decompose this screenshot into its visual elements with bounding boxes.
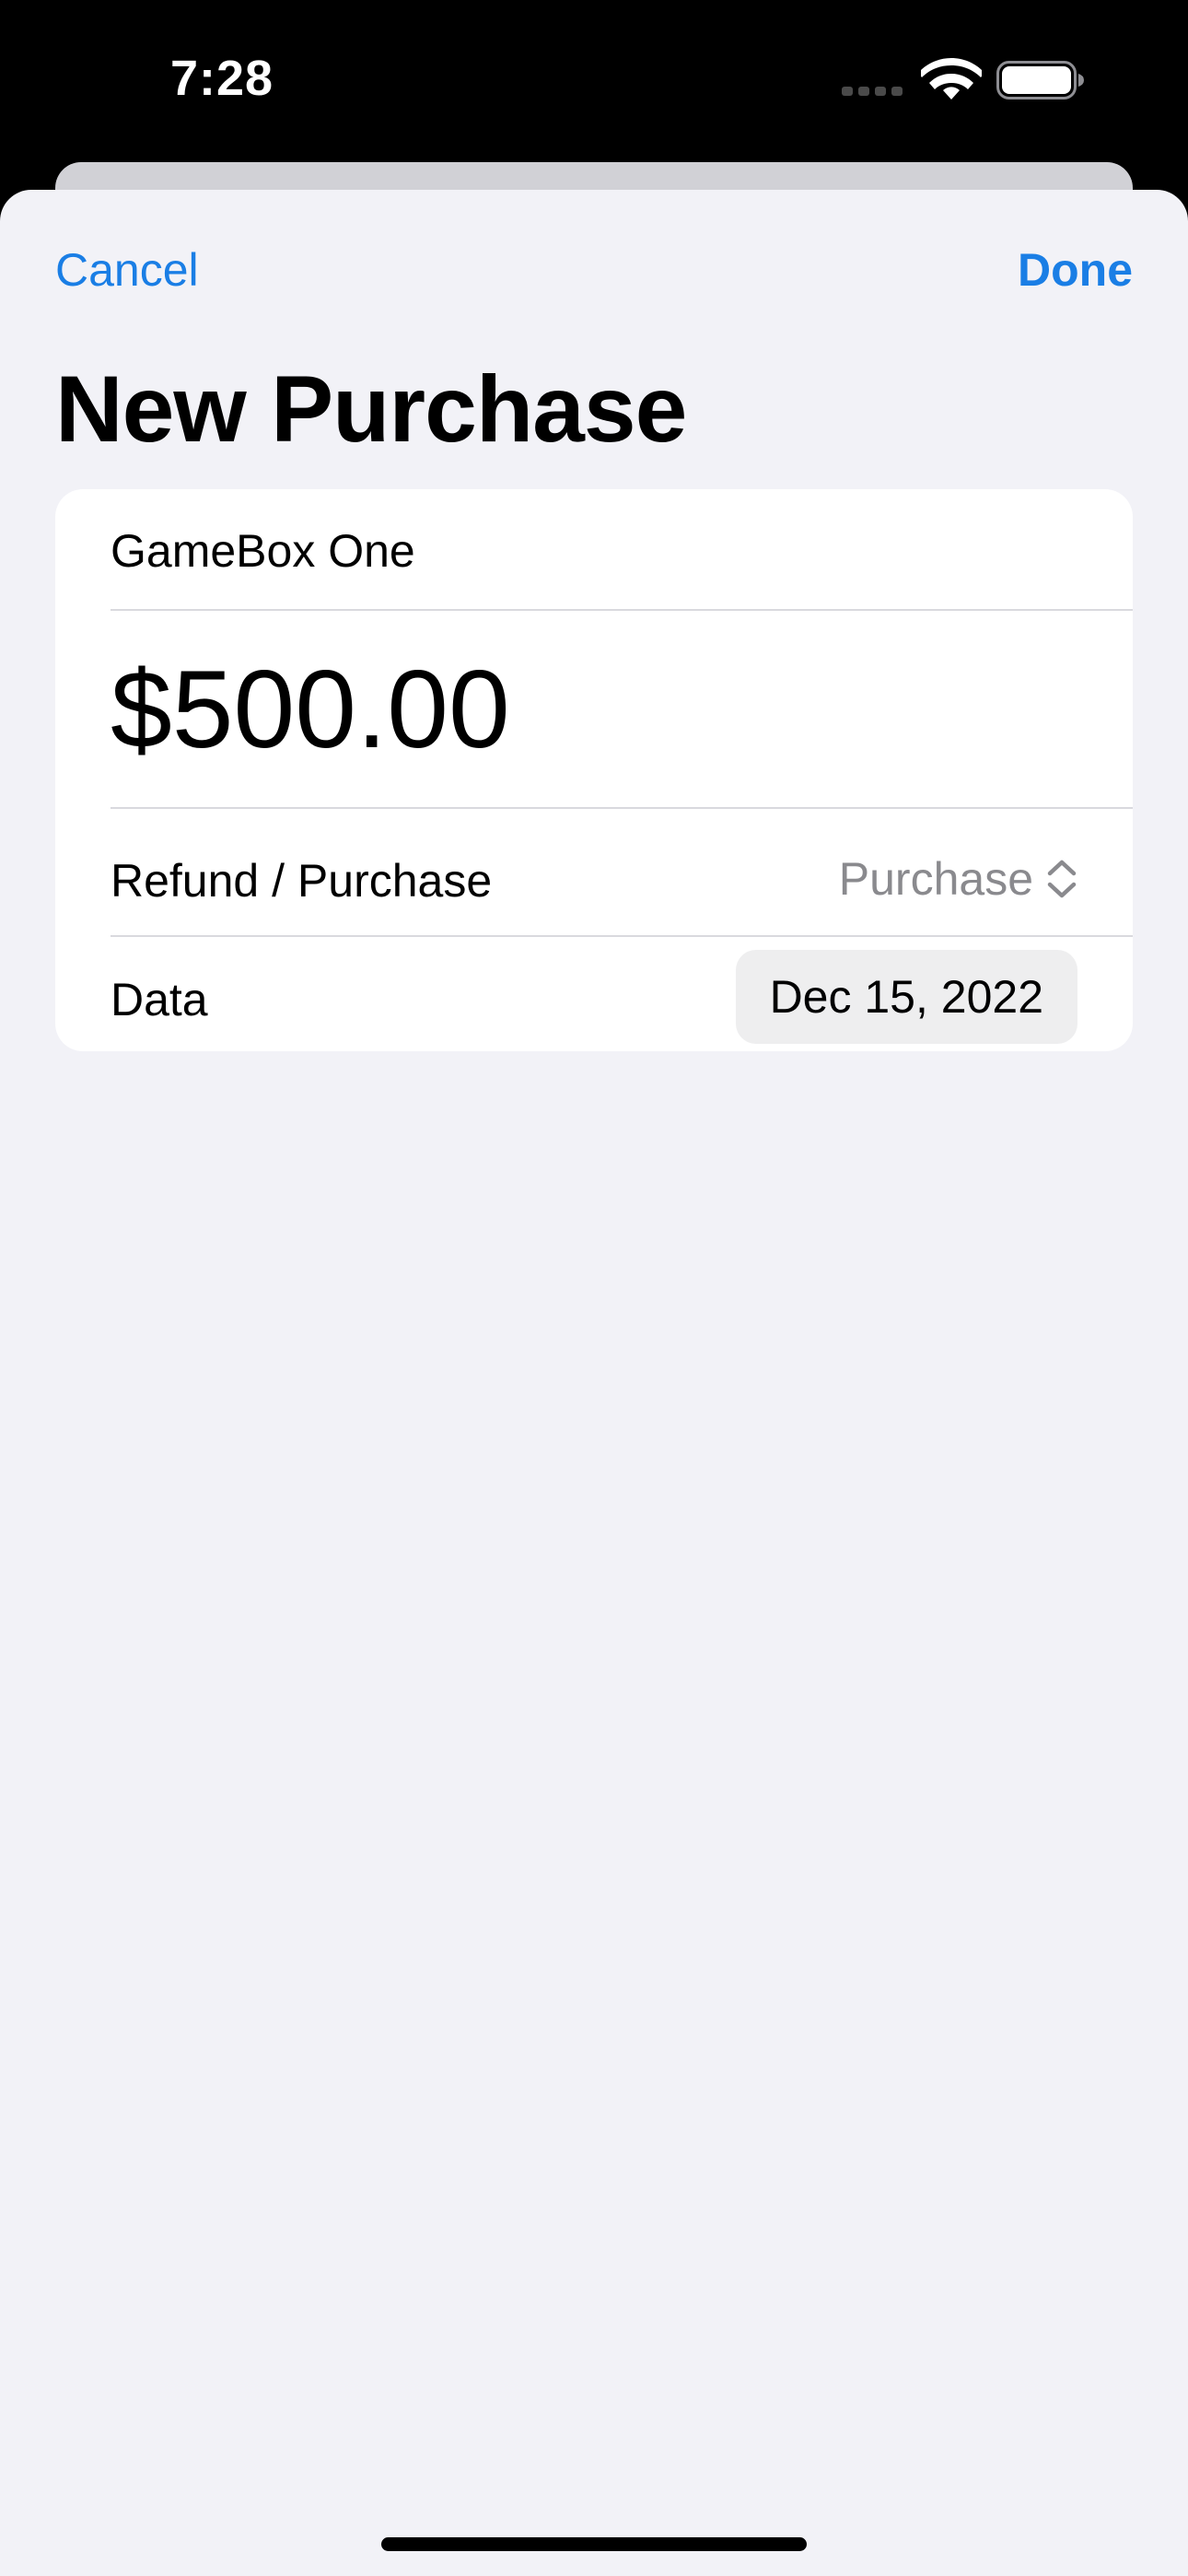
divider: [111, 807, 1133, 809]
divider: [111, 609, 1133, 611]
purchase-type-picker[interactable]: Purchase: [839, 847, 1077, 911]
purchase-form: Refund / Purchase Purchase Data Dec 15, …: [55, 489, 1133, 1051]
divider: [111, 935, 1133, 937]
cell-signal-icon: [842, 87, 903, 96]
screen: 7:28 Cancel Done New Purchase Refund / P…: [0, 0, 1188, 2576]
item-name-field[interactable]: [111, 524, 1077, 578]
new-purchase-sheet: Cancel Done New Purchase Refund / Purcha…: [0, 190, 1188, 2576]
wifi-icon: [921, 58, 982, 100]
done-button[interactable]: Done: [1018, 243, 1133, 297]
type-label: Refund / Purchase: [111, 855, 493, 907]
battery-icon: [996, 61, 1084, 100]
status-time: 7:28: [170, 51, 274, 106]
page-title: New Purchase: [55, 357, 687, 462]
picker-selected-value: Purchase: [838, 853, 1033, 905]
amount-field[interactable]: [111, 646, 1077, 773]
cancel-button[interactable]: Cancel: [55, 243, 199, 297]
status-bar: 7:28: [0, 0, 1188, 161]
home-indicator[interactable]: [381, 2537, 807, 2551]
date-picker-button[interactable]: Dec 15, 2022: [735, 950, 1077, 1044]
chevron-updown-icon: [1047, 860, 1077, 898]
date-label: Data: [111, 974, 208, 1025]
